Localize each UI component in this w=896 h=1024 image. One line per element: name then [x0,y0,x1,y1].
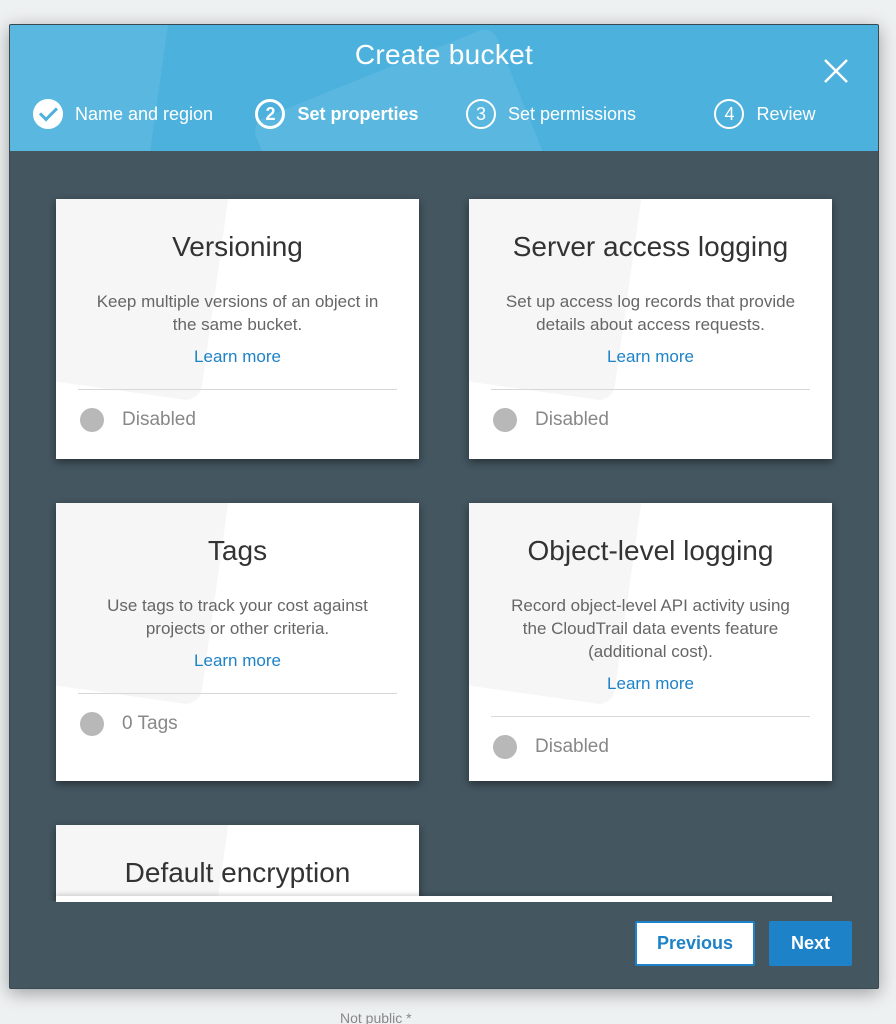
step-number-icon: 3 [466,99,496,129]
card-status: 0 Tags [78,694,397,758]
check-icon [33,99,63,129]
dialog-title: Create bucket [10,39,878,71]
property-cards-grid: Versioning Keep multiple versions of an … [56,199,832,901]
step-set-permissions[interactable]: 3 Set permissions [448,99,654,129]
status-text: Disabled [535,409,609,431]
tags-card[interactable]: Tags Use tags to track your cost against… [56,503,419,781]
learn-more-link[interactable]: Learn more [78,347,397,367]
status-indicator-icon [80,712,104,736]
wizard-steps: Name and region 2 Set properties 3 Set p… [10,71,878,151]
card-description: Use tags to track your cost against proj… [78,595,397,641]
status-indicator-icon [80,408,104,432]
versioning-card[interactable]: Versioning Keep multiple versions of an … [56,199,419,459]
dialog-header: Create bucket Name and region 2 Set prop… [10,25,878,151]
card-status: Disabled [491,717,810,781]
learn-more-link[interactable]: Learn more [491,674,810,694]
server-access-logging-card[interactable]: Server access logging Set up access log … [469,199,832,459]
status-text: Disabled [122,409,196,431]
step-label: Review [756,104,815,125]
card-status: Disabled [78,390,397,454]
close-icon [822,57,850,90]
status-text: 0 Tags [122,713,178,735]
card-description: Record object-level API activity using t… [491,595,810,664]
step-name-and-region[interactable]: Name and region [20,99,226,129]
step-label: Set permissions [508,104,636,125]
card-status: Disabled [491,390,810,454]
card-description: Keep multiple versions of an object in t… [78,291,397,337]
step-set-properties[interactable]: 2 Set properties [234,99,440,129]
card-description: Set up access log records that provide d… [491,291,810,337]
learn-more-link[interactable]: Learn more [78,651,397,671]
step-label: Name and region [75,104,213,125]
create-bucket-dialog: Create bucket Name and region 2 Set prop… [9,24,879,989]
card-title: Object-level logging [491,535,810,567]
scroll-edge [56,896,832,902]
dialog-body: Versioning Keep multiple versions of an … [10,151,878,901]
card-title: Default encryption [78,857,397,889]
next-button[interactable]: Next [769,921,852,966]
status-indicator-icon [493,735,517,759]
card-title: Versioning [78,231,397,263]
learn-more-link[interactable]: Learn more [491,347,810,367]
previous-button[interactable]: Previous [635,921,755,966]
card-title: Server access logging [491,231,810,263]
step-review[interactable]: 4 Review [662,99,868,129]
default-encryption-card[interactable]: Default encryption Automatically encrypt… [56,825,419,901]
step-label: Set properties [297,104,418,125]
status-text: Disabled [535,736,609,758]
background-text: Not public * [340,1010,412,1024]
step-number-icon: 4 [714,99,744,129]
status-indicator-icon [493,408,517,432]
object-level-logging-card[interactable]: Object-level logging Record object-level… [469,503,832,781]
card-title: Tags [78,535,397,567]
step-number-icon: 2 [255,99,285,129]
close-button[interactable] [814,51,858,95]
dialog-footer: Previous Next [10,901,878,988]
